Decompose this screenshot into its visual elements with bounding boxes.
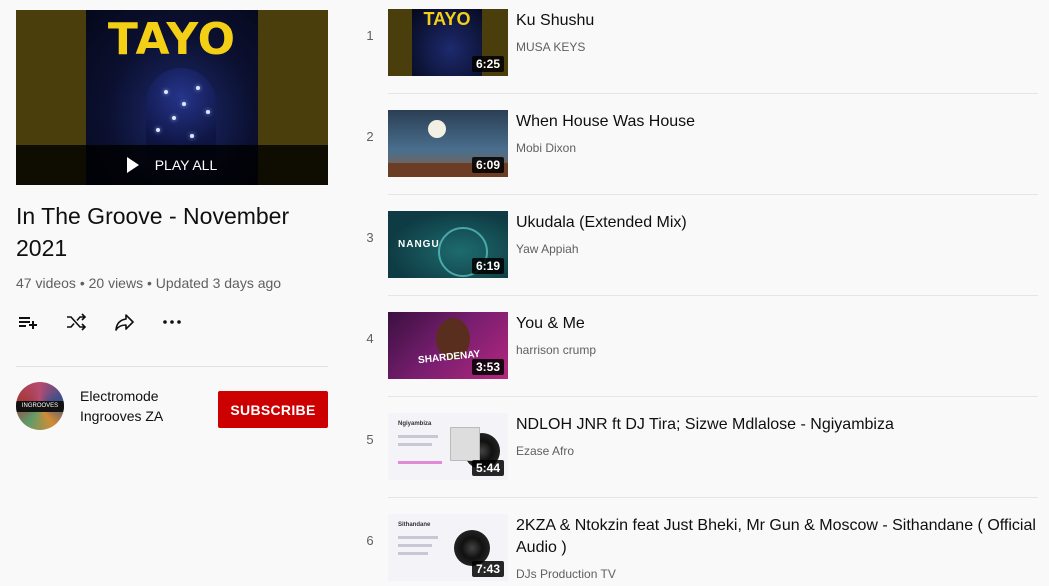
video-title[interactable]: When House Was House	[516, 111, 1038, 133]
video-duration: 3:53	[471, 359, 504, 375]
album-art-title: TAYO	[107, 14, 237, 65]
playlist-sidebar: TAYO PLAY ALL In The Groove - November 2…	[0, 0, 352, 586]
video-channel[interactable]: Yaw Appiah	[516, 242, 579, 256]
sparkle	[196, 86, 200, 90]
video-thumbnail[interactable]: NANGU 6:19	[388, 211, 508, 278]
divider	[388, 93, 1038, 94]
subscribe-button[interactable]: SUBSCRIBE	[218, 391, 328, 428]
list-item[interactable]: 5 Ngiyambiza 5:44 NDLOH JNR ft DJ Tira; …	[352, 404, 1038, 505]
list-item[interactable]: 4 SHARDENAY 3:53 You & Me harrison crump	[352, 303, 1038, 404]
thumbnail-text: Sithandane	[398, 522, 431, 528]
channel-avatar[interactable]: INGROOVES	[16, 382, 64, 430]
thumbnail-text: NANGU	[398, 239, 440, 250]
sleeve-graphic	[450, 427, 480, 461]
list-item[interactable]: 3 NANGU 6:19 Ukudala (Extended Mix) Yaw …	[352, 202, 1038, 303]
video-index: 5	[366, 431, 374, 447]
playlist-thumbnail[interactable]: TAYO PLAY ALL	[16, 10, 328, 185]
playlist-meta: 47 videos • 20 views • Updated 3 days ag…	[16, 275, 282, 291]
video-channel[interactable]: MUSA KEYS	[516, 40, 585, 54]
video-title[interactable]: Ku Shushu	[516, 10, 1038, 32]
divider	[388, 396, 1038, 397]
channel-name[interactable]: Electromode Ingrooves ZA	[80, 386, 200, 426]
list-item[interactable]: 1 TAYO 6:25 Ku Shushu MUSA KEYS	[352, 0, 1038, 101]
add-to-queue-icon[interactable]	[16, 310, 40, 334]
playlist-actions	[16, 310, 208, 334]
playlist-video-list: 1 TAYO 6:25 Ku Shushu MUSA KEYS 2 6:09 W…	[352, 0, 1049, 586]
divider	[388, 295, 1038, 296]
video-channel[interactable]: Mobi Dixon	[516, 141, 576, 155]
video-index: 4	[366, 330, 374, 346]
video-title[interactable]: NDLOH JNR ft DJ Tira; Sizwe Mdlalose - N…	[516, 414, 1038, 436]
video-index: 1	[366, 27, 374, 43]
video-title[interactable]: You & Me	[516, 313, 1038, 335]
channel-info[interactable]: INGROOVES Electromode Ingrooves ZA	[16, 382, 200, 430]
decorative-line	[398, 544, 432, 547]
video-thumbnail[interactable]: Ngiyambiza 5:44	[388, 413, 508, 480]
video-title[interactable]: 2KZA & Ntokzin feat Just Bheki, Mr Gun &…	[516, 515, 1038, 559]
sparkle	[182, 102, 186, 106]
video-channel[interactable]: harrison crump	[516, 343, 596, 357]
decorative-line	[398, 552, 428, 555]
video-thumbnail[interactable]: SHARDENAY 3:53	[388, 312, 508, 379]
list-item[interactable]: 2 6:09 When House Was House Mobi Dixon	[352, 101, 1038, 202]
share-icon[interactable]	[112, 310, 136, 334]
playlist-title: In The Groove - November 2021	[16, 203, 290, 261]
sparkle	[190, 134, 194, 138]
thumbnail-text: TAYO	[423, 9, 471, 29]
video-duration: 5:44	[471, 460, 504, 476]
video-title[interactable]: Ukudala (Extended Mix)	[516, 212, 1038, 234]
video-index: 2	[366, 128, 374, 144]
sparkle	[164, 90, 168, 94]
video-thumbnail[interactable]: TAYO 6:25	[388, 9, 508, 76]
more-options-icon[interactable]	[160, 310, 184, 334]
sparkle	[206, 110, 210, 114]
decorative-line	[398, 536, 438, 539]
thumbnail-text: Ngiyambiza	[398, 421, 432, 427]
sparkle	[172, 116, 176, 120]
video-duration: 7:43	[471, 561, 504, 577]
video-channel[interactable]: Ezase Afro	[516, 444, 574, 458]
video-duration: 6:09	[471, 157, 504, 173]
decorative-line	[398, 443, 432, 446]
decorative-line	[398, 435, 438, 438]
video-index: 3	[366, 229, 374, 245]
divider	[388, 194, 1038, 195]
moon-graphic	[428, 120, 446, 138]
list-item[interactable]: 6 Sithandane 7:43 2KZA & Ntokzin feat Ju…	[352, 505, 1038, 586]
shuffle-icon[interactable]	[64, 310, 88, 334]
video-thumbnail[interactable]: 6:09	[388, 110, 508, 177]
divider	[16, 366, 328, 367]
video-duration: 6:19	[471, 258, 504, 274]
decorative-line	[398, 461, 442, 464]
channel-avatar-text: INGROOVES	[16, 401, 64, 412]
video-duration: 6:25	[471, 56, 504, 72]
video-channel[interactable]: DJs Production TV	[516, 567, 616, 581]
video-thumbnail[interactable]: Sithandane 7:43	[388, 514, 508, 581]
play-all-label: PLAY ALL	[154, 157, 218, 173]
sparkle	[156, 128, 160, 132]
divider	[388, 497, 1038, 498]
video-index: 6	[366, 532, 374, 548]
play-icon	[126, 157, 139, 173]
play-all-button[interactable]: PLAY ALL	[16, 145, 328, 185]
